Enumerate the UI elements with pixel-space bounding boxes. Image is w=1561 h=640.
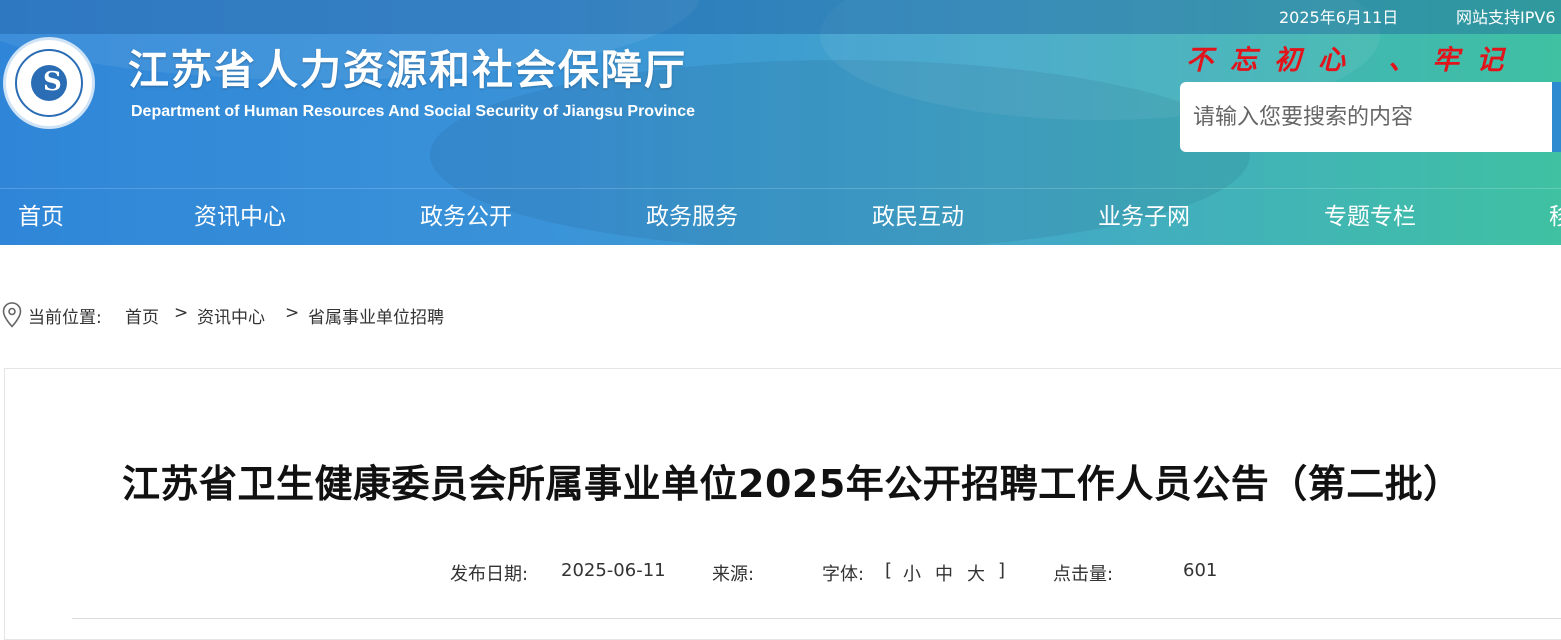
emblem-symbol-icon: S [43, 67, 62, 97]
site-title-en: Department of Human Resources And Social… [131, 103, 695, 120]
click-count-label: 点击量: [1053, 564, 1114, 585]
ipv6-support-text: 网站支持IPV6 [1456, 8, 1556, 27]
nav-item-topics[interactable]: 专题专栏 [1324, 197, 1416, 231]
nav-item-news[interactable]: 资讯中心 [194, 197, 286, 231]
nav-item-gov-info[interactable]: 政务公开 [420, 197, 512, 231]
search-input[interactable] [1193, 82, 1533, 152]
search-box [1180, 82, 1552, 152]
emblem-logo[interactable]: S [3, 37, 95, 129]
location-pin-icon [2, 302, 22, 328]
source-label: 来源: [712, 564, 755, 585]
breadcrumb-home[interactable]: 首页 [125, 303, 159, 328]
font-size-bracket-open: [ [885, 560, 893, 581]
font-size-medium-button[interactable]: 中 [935, 560, 953, 586]
breadcrumb-prefix: 当前位置: [28, 308, 102, 328]
publish-date-value: 2025-06-11 [561, 560, 666, 581]
nav-item-interaction[interactable]: 政民互动 [872, 197, 964, 231]
publish-date-label: 发布日期: [450, 564, 529, 585]
site-title-cn[interactable]: 江苏省人力资源和社会保障厅 [128, 36, 687, 96]
breadcrumb-separator: > [285, 303, 300, 323]
breadcrumb-news[interactable]: 资讯中心 [197, 303, 265, 328]
article-title: 江苏省卫生健康委员会所属事业单位2025年公开招聘工作人员公告（第二批） [122, 462, 1462, 506]
font-size-large-button[interactable]: 大 [967, 560, 985, 586]
nav-item-services[interactable]: 政务服务 [646, 197, 738, 231]
site-header: 2025年6月11日 网站支持IPV6 S 江苏省人力资源和社会保障厅 Depa… [0, 0, 1561, 245]
nav-item-home[interactable]: 首页 [18, 197, 64, 231]
slogan-text: 不忘初心 、牢记 [1186, 45, 1521, 76]
font-size-bracket-close: ] [998, 560, 1006, 581]
font-size-label: 字体: [822, 564, 865, 585]
font-size-small-button[interactable]: 小 [903, 560, 921, 586]
breadcrumb-recruitment[interactable]: 省属事业单位招聘 [308, 303, 444, 328]
nav-item-mobile[interactable]: 移 [1549, 197, 1561, 231]
main-nav: 首页 资讯中心 政务公开 政务服务 政民互动 业务子网 专题专栏 移 [0, 188, 1561, 245]
top-bar: 2025年6月11日 网站支持IPV6 [0, 0, 1561, 34]
click-count-value: 601 [1183, 560, 1218, 581]
meta-divider [72, 618, 1561, 619]
nav-item-subsites[interactable]: 业务子网 [1098, 197, 1190, 231]
current-date: 2025年6月11日 [1279, 8, 1399, 27]
breadcrumb-separator: > [174, 303, 189, 323]
search-button[interactable] [1552, 82, 1561, 152]
